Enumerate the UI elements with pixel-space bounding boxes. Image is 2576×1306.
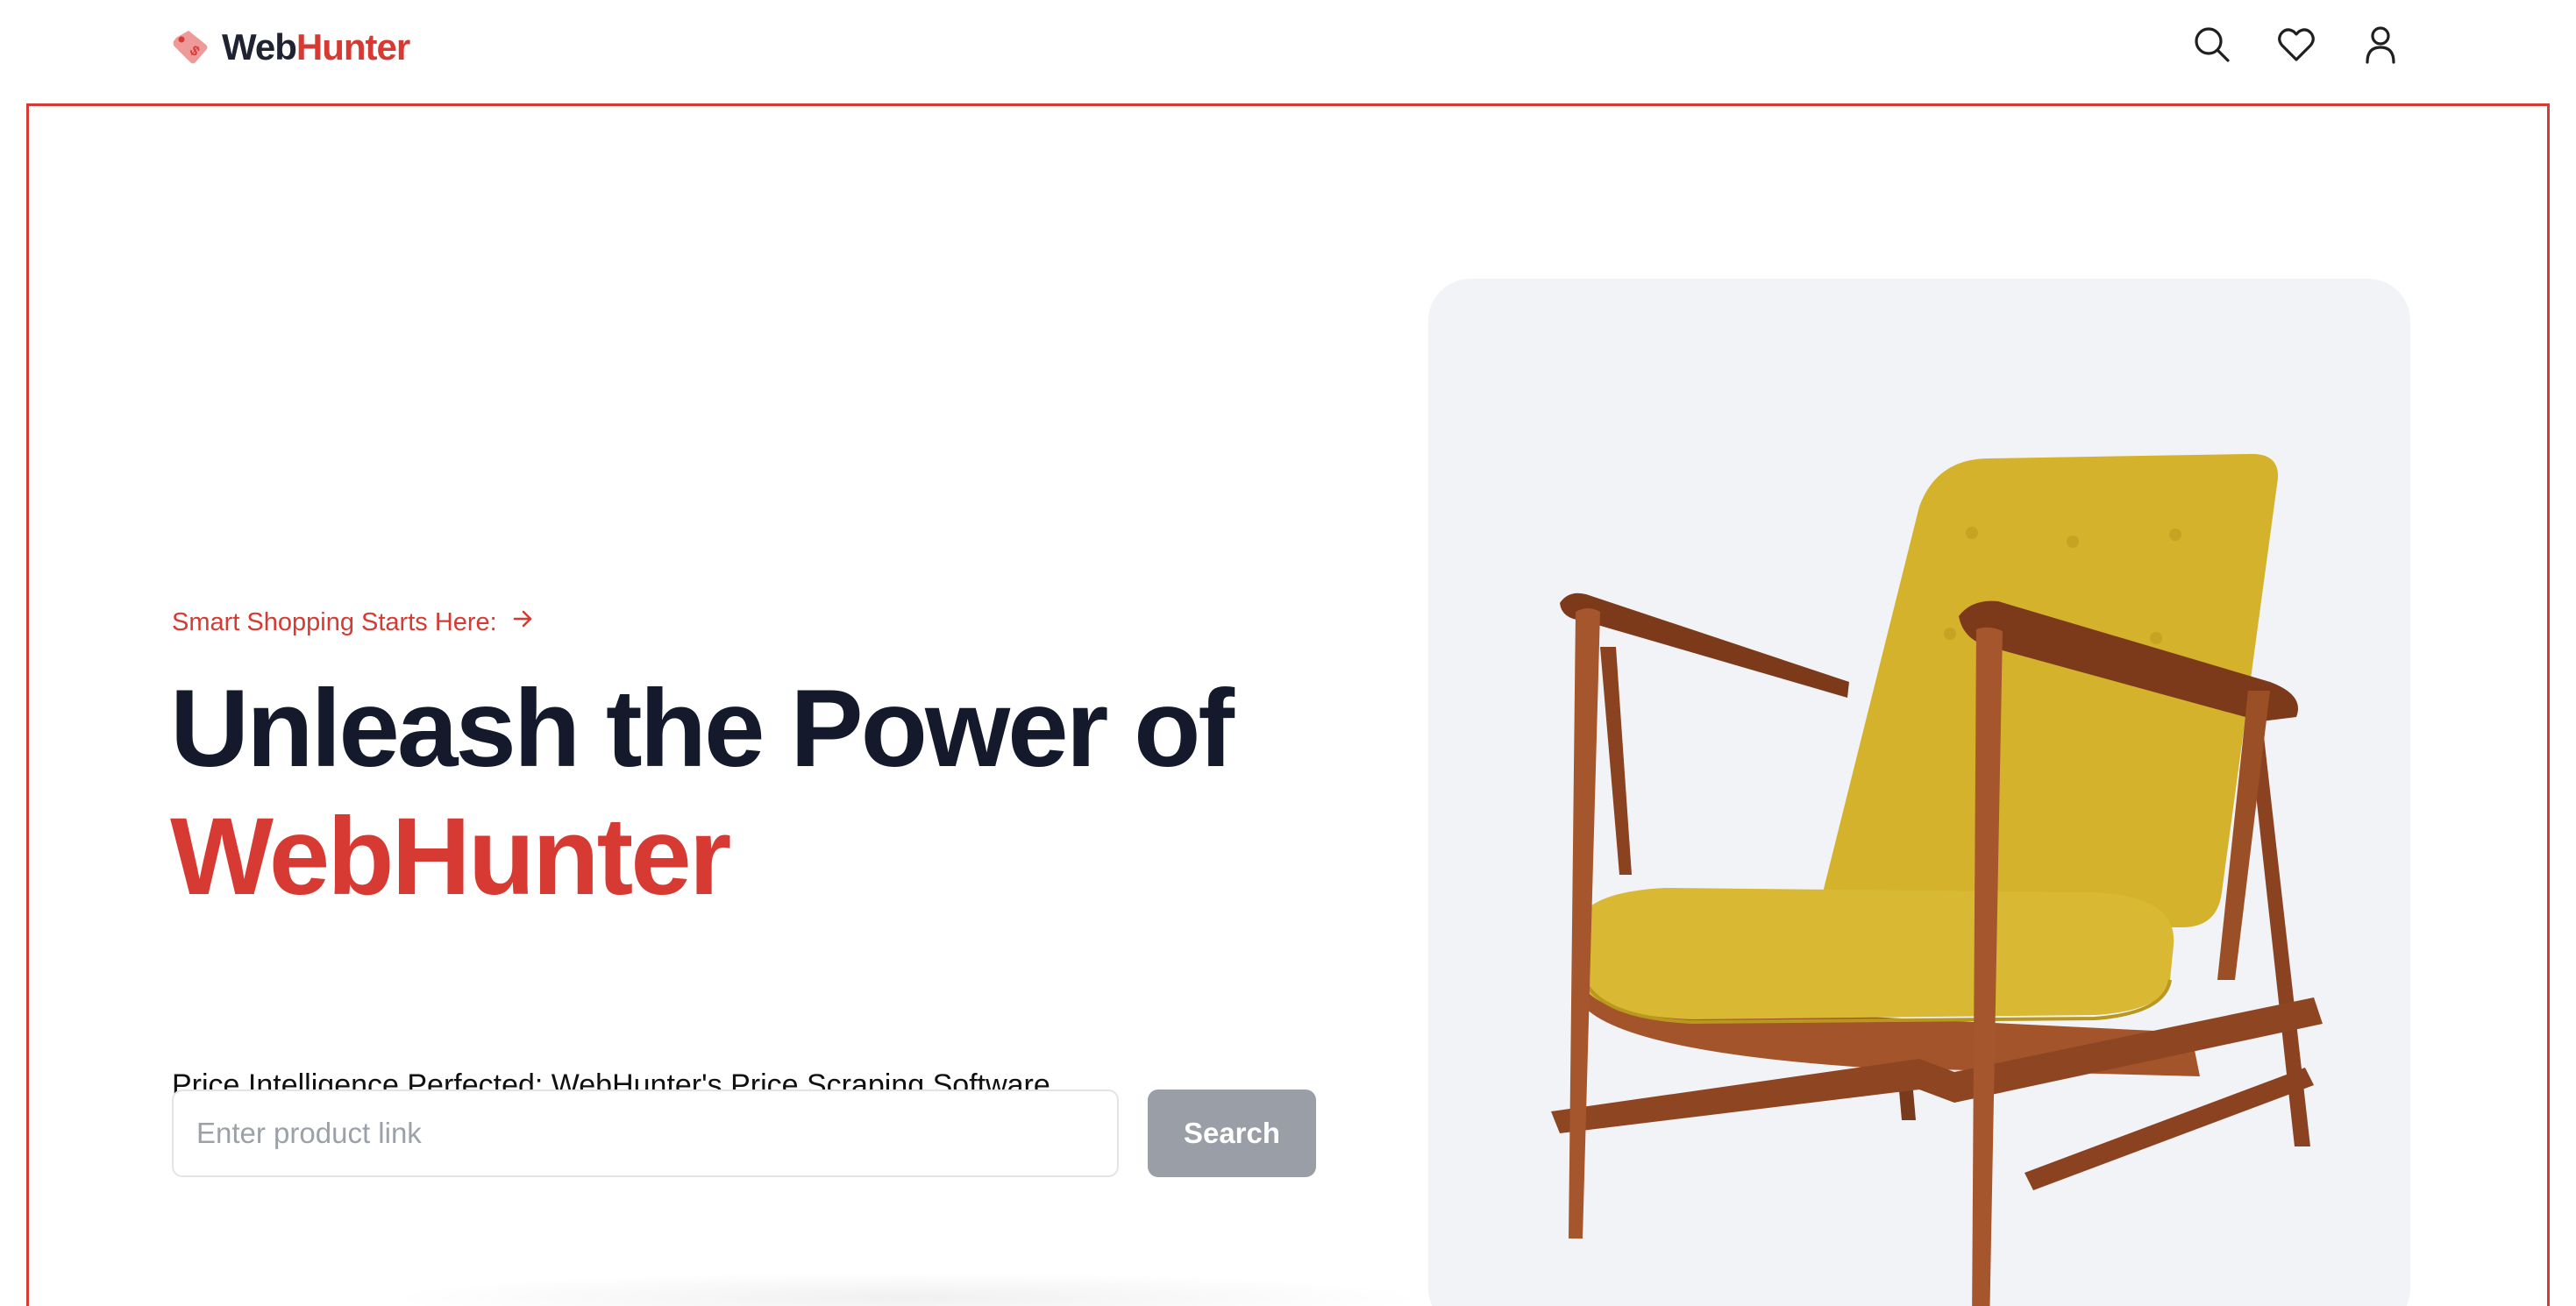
tagline[interactable]: Smart Shopping Starts Here: bbox=[172, 606, 536, 639]
price-tag-icon: $ bbox=[169, 25, 213, 69]
product-link-input[interactable] bbox=[172, 1090, 1119, 1177]
navbar: $ WebHunter bbox=[0, 0, 2576, 103]
headline-brand: WebHunter bbox=[170, 796, 731, 918]
shadow-decoration bbox=[380, 1272, 1432, 1306]
arrow-right-icon bbox=[509, 606, 536, 639]
brand-name-part2: Hunter bbox=[295, 26, 410, 67]
brand-name: WebHunter bbox=[222, 26, 410, 68]
yellow-armchair-image bbox=[1551, 453, 2323, 1306]
search-icon[interactable] bbox=[2192, 25, 2232, 65]
tagline-text: Smart Shopping Starts Here: bbox=[172, 607, 497, 636]
heart-icon[interactable] bbox=[2276, 25, 2316, 65]
hero-section: Smart Shopping Starts Here: Unleash the … bbox=[26, 103, 2550, 1306]
logo[interactable]: $ WebHunter bbox=[169, 25, 410, 70]
headline-line1: Unleash the Power of bbox=[170, 668, 1235, 790]
brand-name-part1: Web bbox=[222, 26, 297, 67]
page-title: Unleash the Power of WebHunter bbox=[170, 665, 1235, 921]
nav-icons bbox=[2192, 25, 2401, 65]
search-button[interactable]: Search bbox=[1148, 1090, 1316, 1177]
product-image-panel bbox=[1428, 279, 2410, 1306]
page: $ WebHunter Smart Shopping Starts Here: … bbox=[0, 0, 2576, 1306]
user-icon[interactable] bbox=[2360, 25, 2401, 65]
